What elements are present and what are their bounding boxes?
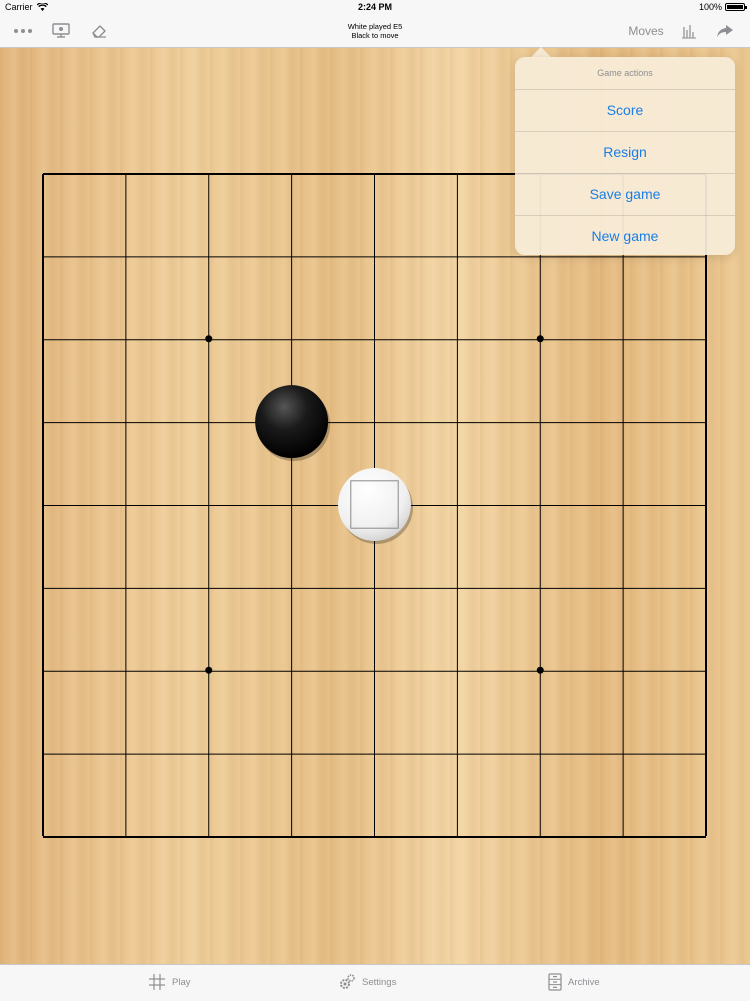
board-grid-icon (149, 974, 165, 990)
gear-icon (340, 974, 355, 989)
tab-archive-label: Archive (568, 976, 600, 988)
tab-bar: Play Settings Archive (0, 964, 750, 1001)
black-stone (255, 385, 329, 459)
statistics-button[interactable] (676, 18, 702, 44)
star-point (536, 335, 544, 343)
score-button[interactable]: Score (515, 90, 735, 132)
resign-button[interactable]: Resign (515, 132, 735, 174)
clock: 2:24 PM (357, 2, 392, 12)
star-point (205, 666, 213, 674)
battery-indicator: 100% (698, 2, 747, 12)
tab-settings-label: Settings (362, 976, 397, 988)
archive-cabinet-icon (548, 973, 562, 991)
tab-play[interactable]: Play (148, 973, 190, 991)
star-point (536, 666, 544, 674)
popover-header: Game actions (515, 57, 735, 90)
battery-percent: 100% (698, 2, 722, 12)
star-point (205, 335, 213, 343)
tab-settings[interactable]: Settings (338, 973, 396, 991)
navigation-bar: White played E5 Black to move Moves (0, 14, 750, 48)
battery-icon (725, 3, 747, 11)
share-icon (717, 25, 733, 37)
game-actions-popover: Game actions Score Resign Save game New … (515, 57, 735, 255)
save-game-button[interactable]: Save game (515, 174, 735, 216)
moves-label: Moves (628, 24, 664, 38)
white-stone (338, 468, 411, 541)
chart-icon (682, 25, 696, 39)
tab-play-label: Play (172, 976, 191, 988)
new-game-button[interactable]: New game (515, 216, 735, 257)
status-bar: Carrier 2:24 PM 100% (0, 0, 750, 14)
share-button[interactable] (712, 18, 738, 44)
moves-button[interactable]: Moves (622, 18, 670, 44)
popover-arrow (531, 47, 551, 57)
tab-archive[interactable]: Archive (548, 973, 600, 991)
